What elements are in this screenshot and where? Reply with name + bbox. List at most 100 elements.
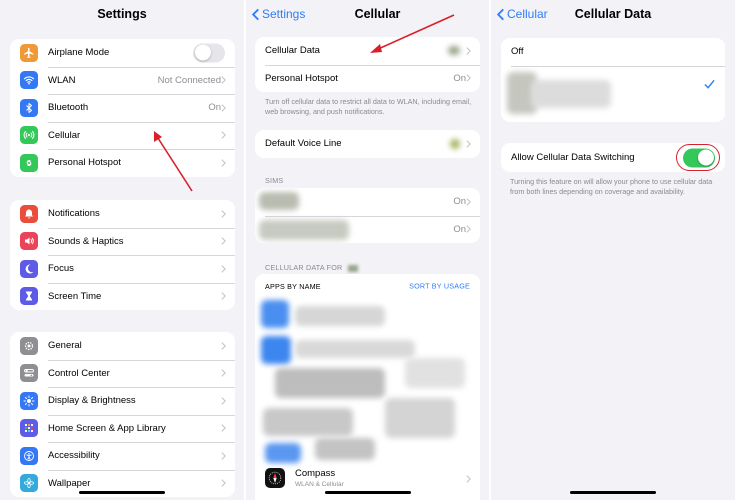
row-value: Not Connected [157,74,221,86]
chevron-left-icon [251,8,259,20]
row-sim-1[interactable]: On [255,188,480,216]
home-indicator [324,490,411,494]
row-cellular[interactable]: Cellular [10,121,235,150]
row-label: Home Screen & App Library [48,422,166,434]
row-label: Control Center [48,367,110,379]
row-general[interactable]: General [10,332,235,360]
option-line-selected[interactable] [501,65,725,122]
row-label: Sounds & Haptics [48,235,124,247]
option-label: Off [511,46,524,58]
row-label: Wallpaper [48,477,91,489]
sim-label-redacted [259,192,299,210]
line-icon [450,139,460,149]
cellular-panel: Settings Cellular Cellular Data Personal… [246,0,489,500]
row-home-screen[interactable]: Home Screen & App Library [10,414,235,443]
row-focus[interactable]: Focus [10,255,235,283]
row-bluetooth[interactable]: Bluetooth On [10,94,235,122]
row-allow-cellular-data-switching: Allow Cellular Data Switching [501,143,725,172]
row-label: Default Voice Line [265,138,342,150]
row-value: On [453,196,466,208]
bluetooth-icon [20,98,38,117]
page-title: Cellular Data [574,7,652,21]
chevron-right-icon [221,104,226,112]
row-sim-2[interactable]: On [255,215,480,244]
chevron-right-icon [221,292,226,300]
row-accessibility[interactable]: Accessibility [10,442,235,470]
chevron-right-icon [221,237,226,245]
apps-group: APPS BY NAME SORT BY USAGE Compass WLAN … [255,274,480,500]
airplane-icon [20,43,38,62]
cellular-data-panel: Cellular Cellular Data Off Allow Cellula… [491,0,735,500]
home-indicator [570,490,656,494]
chevron-right-icon [221,342,226,350]
chevron-right-icon [221,76,226,84]
app-icon-redacted [261,300,289,328]
row-cellular-data[interactable]: Cellular Data [255,37,480,65]
chevron-right-icon [221,210,226,218]
app-name: Compass [295,468,336,479]
hotspot-icon [20,153,38,172]
row-value: On [453,223,466,235]
row-label: Personal Hotspot [265,72,338,84]
row-label: Display & Brightness [48,395,136,407]
row-sounds-haptics[interactable]: Sounds & Haptics [10,227,235,256]
row-label: Focus [48,263,74,275]
row-personal-hotspot[interactable]: Personal Hotspot [10,149,235,177]
apps-header-row: APPS BY NAME SORT BY USAGE [255,274,480,298]
app-subtitle: WLAN & Cellular [295,481,344,488]
row-default-voice-line[interactable]: Default Voice Line [255,130,480,158]
sims-group: On On [255,188,480,243]
app-icon-redacted [261,336,291,364]
data-line-options: Off [501,38,725,122]
row-control-center[interactable]: Control Center [10,359,235,388]
sim-label-redacted [259,219,349,240]
cellular-data-for-header: CELLULAR DATA FOR [265,263,358,272]
chevron-right-icon [221,159,226,167]
checkmark-icon [704,79,715,89]
row-label: Notifications [48,208,100,220]
chevron-right-icon [466,140,471,148]
row-wlan[interactable]: WLAN Not Connected [10,66,235,95]
header-text: CELLULAR DATA FOR [265,263,343,272]
airplane-mode-toggle[interactable] [193,43,225,63]
chevron-right-icon [221,131,226,139]
row-display-brightness[interactable]: Display & Brightness [10,387,235,415]
speaker-icon [20,232,38,251]
page-title: Settings [97,7,147,21]
row-label: Accessibility [48,450,100,462]
annotation-circle [676,144,720,171]
chevron-right-icon [466,74,471,82]
accessibility-icon [20,446,38,465]
chevron-right-icon [221,479,226,487]
row-personal-hotspot[interactable]: Personal Hotspot On [255,64,480,93]
row-screen-time[interactable]: Screen Time [10,282,235,311]
sort-by-usage-button[interactable]: SORT BY USAGE [409,282,470,291]
row-label: Bluetooth [48,102,89,114]
cellular-data-footnote: Turn off cellular data to restrict all d… [265,97,472,116]
carrier-icon [347,264,358,272]
chevron-right-icon [466,225,471,233]
switching-group: Allow Cellular Data Switching [501,143,725,172]
page-title: Cellular [354,7,401,21]
sun-icon [20,391,38,410]
row-label: Screen Time [48,290,102,302]
option-off[interactable]: Off [501,38,725,66]
moon-icon [20,259,38,278]
nav-bar: Settings Cellular [246,0,489,30]
flower-icon [20,474,38,493]
grid-icon [20,419,38,438]
row-label: WLAN [48,74,76,86]
row-value: On [453,72,466,84]
cellular-icon [20,126,38,145]
cellular-data-group: Cellular Data Personal Hotspot On [255,37,480,92]
row-notifications[interactable]: Notifications [10,200,235,228]
app-icon-redacted [265,443,301,463]
nav-bar: Settings [0,0,244,30]
chevron-right-icon [466,47,471,55]
row-label: General [48,340,82,352]
hourglass-icon [20,287,38,306]
nav-bar: Cellular Cellular Data [491,0,735,30]
chevron-right-icon [221,452,226,460]
chevron-right-icon [466,198,471,206]
chevron-right-icon [221,424,226,432]
